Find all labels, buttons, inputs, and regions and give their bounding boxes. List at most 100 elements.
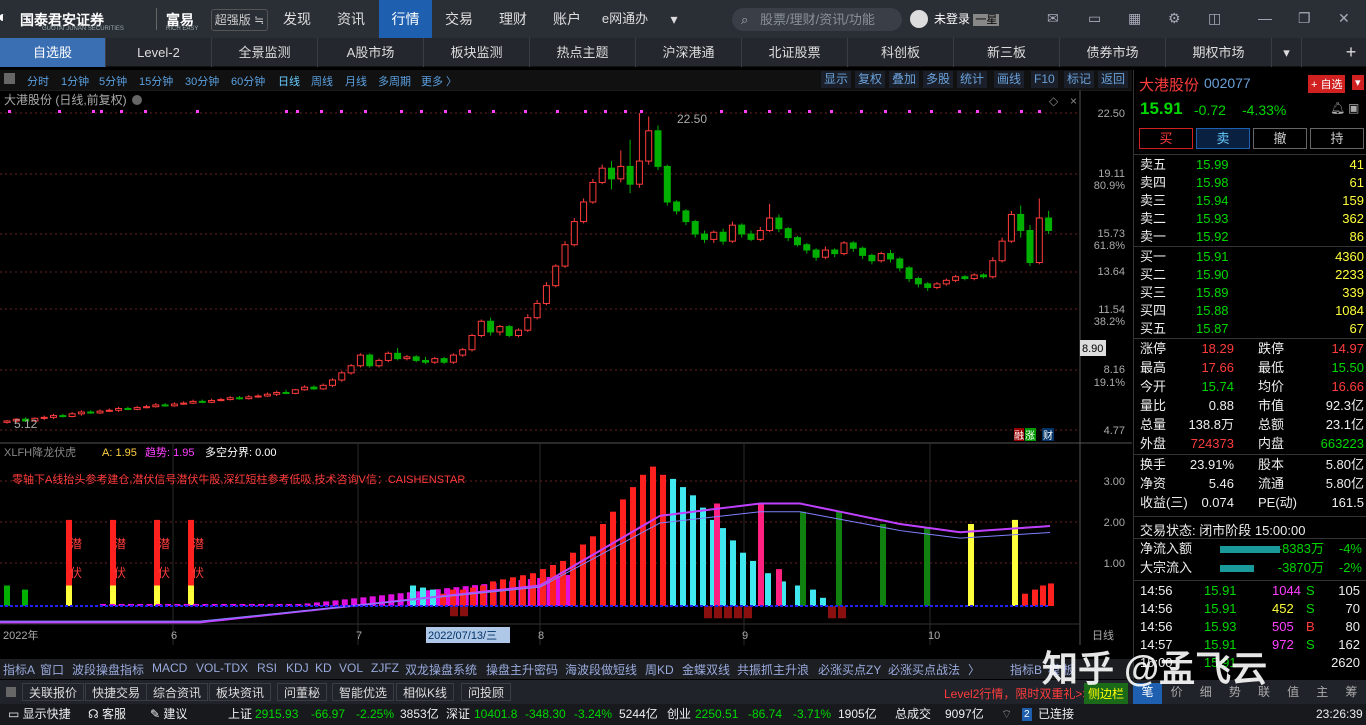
tab-more-icon[interactable]: ▾ [1272, 38, 1302, 67]
gear-icon[interactable]: ⚙ [1168, 10, 1181, 27]
quick-trade-button[interactable]: 快捷交易 [85, 683, 148, 701]
cancel-button[interactable]: 撤 [1253, 128, 1307, 149]
sector-info-button[interactable]: 板块资讯 [209, 683, 272, 701]
ind-tab[interactable]: KD [315, 661, 332, 675]
tool-stats[interactable]: 统计 [957, 71, 988, 88]
tab-connect[interactable]: 沪深港通 [636, 38, 742, 67]
nav-news[interactable]: 资讯 [326, 0, 376, 38]
ind-tab[interactable]: KDJ [286, 661, 309, 675]
collapse-icon[interactable] [4, 73, 15, 84]
tab-watchlist[interactable]: 自选股 [0, 38, 106, 67]
nav-eservice[interactable]: e网通办 [594, 0, 656, 38]
compare-icon[interactable]: ▣ [1348, 101, 1359, 115]
tick-row[interactable]: 14:56 15.91 1044 S 105 [1134, 582, 1366, 600]
ind-tab[interactable]: 操盘主升密码 [486, 661, 558, 678]
ind-tab[interactable]: 双龙操盘系统 [405, 661, 477, 678]
stat-row[interactable]: 量比 0.88 市值 92.3亿 [1134, 397, 1366, 415]
period-timeshare[interactable]: 分时 [27, 73, 49, 89]
ask-row[interactable]: 卖五 15.99 41 [1134, 156, 1366, 174]
nav-more-icon[interactable]: ▾ [664, 0, 684, 38]
close-chart-icon[interactable]: × [1070, 94, 1077, 108]
ind-tab[interactable]: 周KD [645, 661, 674, 678]
bid-row[interactable]: 买三 15.89 339 [1134, 284, 1366, 302]
ind-tab[interactable]: VOL [339, 661, 363, 675]
tick-row[interactable]: 14:56 15.93 505 B 80 [1134, 618, 1366, 636]
tab-option[interactable]: 期权市场 [1166, 38, 1272, 67]
nav-market[interactable]: 行情 [379, 0, 432, 38]
tab-main[interactable]: 主 [1308, 683, 1337, 704]
ind-tab[interactable]: 共振抓主升浪 [737, 661, 809, 678]
ind-tab[interactable]: MACD [152, 661, 187, 675]
smart-pick-button[interactable]: 智能优选 [332, 683, 395, 701]
diamond-icon[interactable]: ◇ [1049, 94, 1059, 108]
ind-tab[interactable]: 指标A [3, 661, 35, 678]
bid-row[interactable]: 买一 15.91 4360 [1134, 248, 1366, 266]
stat-row[interactable]: 涨停 18.29 跌停 14.97 [1134, 340, 1366, 358]
ask-row[interactable]: 卖四 15.98 61 [1134, 174, 1366, 192]
ind-more-icon[interactable]: 〉 [968, 661, 980, 678]
tool-multi[interactable]: 多股 [923, 71, 954, 88]
stat-row[interactable]: 外盘 724373 内盘 663223 [1134, 435, 1366, 453]
period-more[interactable]: 更多 〉 [421, 73, 457, 89]
buy-button[interactable]: 买 [1139, 128, 1193, 149]
service-button[interactable]: ☊ 客服 [88, 704, 126, 725]
restore-icon[interactable]: ❐ [1298, 10, 1311, 27]
search-input[interactable]: ⌕ 股票/理财/资讯/功能 [732, 8, 902, 31]
skin-icon[interactable]: ◫ [1208, 10, 1221, 27]
nav-finance[interactable]: 理财 [488, 0, 538, 38]
tool-f10[interactable]: F10 [1031, 71, 1058, 88]
ask-row[interactable]: 卖二 15.93 362 [1134, 210, 1366, 228]
ind-tab[interactable]: ZJFZ [371, 661, 399, 675]
nav-trade[interactable]: 交易 [434, 0, 484, 38]
stat-row[interactable]: 总量 138.8万 总额 23.1亿 [1134, 416, 1366, 434]
stat-row[interactable]: 最高 17.66 最低 15.50 [1134, 359, 1366, 377]
ind-tab[interactable]: VOL-TDX [196, 661, 248, 675]
tab-level2[interactable]: Level-2 [106, 38, 212, 67]
period-60m[interactable]: 60分钟 [231, 73, 265, 89]
add-tab-icon[interactable]: + [1336, 38, 1366, 67]
ask-row[interactable]: 卖三 15.94 159 [1134, 192, 1366, 210]
bid-row[interactable]: 买五 15.87 67 [1134, 320, 1366, 338]
close-icon[interactable]: ✕ [1338, 10, 1350, 27]
login-link[interactable]: 未登录 一星 [934, 10, 1000, 27]
tool-adjust[interactable]: 复权 [855, 71, 886, 88]
sell-button[interactable]: 卖 [1196, 128, 1250, 149]
chart-menu-icon[interactable] [132, 95, 142, 105]
tab-neeq[interactable]: 新三板 [954, 38, 1060, 67]
tab-panorama[interactable]: 全景监测 [212, 38, 318, 67]
stat-row[interactable]: 收益(三) 0.074 PE(动) 161.5 [1134, 494, 1366, 512]
bid-row[interactable]: 买四 15.88 1084 [1134, 302, 1366, 320]
avatar[interactable] [910, 10, 928, 28]
period-30m[interactable]: 30分钟 [185, 73, 219, 89]
bell-icon[interactable]: 🔔︎ [1330, 101, 1345, 115]
tab-a-share[interactable]: A股市场 [318, 38, 424, 67]
ind-tab[interactable]: 必涨买点ZY [818, 661, 881, 678]
toggle-icon[interactable] [6, 687, 16, 697]
bid-row[interactable]: 买二 15.90 2233 [1134, 266, 1366, 284]
ind-tab[interactable]: RSI [257, 661, 277, 675]
info-button[interactable]: 综合资讯 [146, 683, 209, 701]
tab-beijing[interactable]: 北证股票 [742, 38, 848, 67]
tab-value[interactable]: 值 [1279, 683, 1308, 704]
position-button[interactable]: 持 [1310, 128, 1364, 149]
related-quote-button[interactable]: 关联报价 [22, 683, 85, 701]
stat-row[interactable]: 净资 5.46 流通 5.80亿 [1134, 475, 1366, 493]
similar-kline-button[interactable]: 相似K线 [396, 683, 455, 701]
tab-bond[interactable]: 债券市场 [1060, 38, 1166, 67]
tab-chips[interactable]: 筹 [1337, 683, 1366, 704]
tab-star[interactable]: 科创板 [848, 38, 954, 67]
shortcut-toggle[interactable]: ▭ 显示快捷 [8, 704, 71, 725]
stat-row[interactable]: 换手 23.91% 股本 5.80亿 [1134, 456, 1366, 474]
ind-tab[interactable]: 金蝶双线 [682, 661, 730, 678]
tab-hot-topics[interactable]: 热点主题 [530, 38, 636, 67]
ind-title[interactable]: XLFH降龙伏虎 [4, 445, 76, 459]
ind-tab[interactable]: 窗口 [40, 661, 64, 678]
edition-switch[interactable]: 超强版 ≒ [211, 9, 268, 31]
ind-tab[interactable]: 指标B [1010, 661, 1042, 678]
nav-account[interactable]: 账户 [542, 0, 592, 38]
ask-advisor-button[interactable]: 问投顾 [461, 683, 512, 701]
period-day[interactable]: 日线 [278, 73, 300, 89]
stat-row[interactable]: 今开 15.74 均价 16.66 [1134, 378, 1366, 396]
mail-icon[interactable]: ✉ [1047, 10, 1059, 27]
kline-svg[interactable]: 大港股份 (日线,前复权) ◇ × 22.50 5.12 22.50 19.11… [0, 89, 1132, 645]
